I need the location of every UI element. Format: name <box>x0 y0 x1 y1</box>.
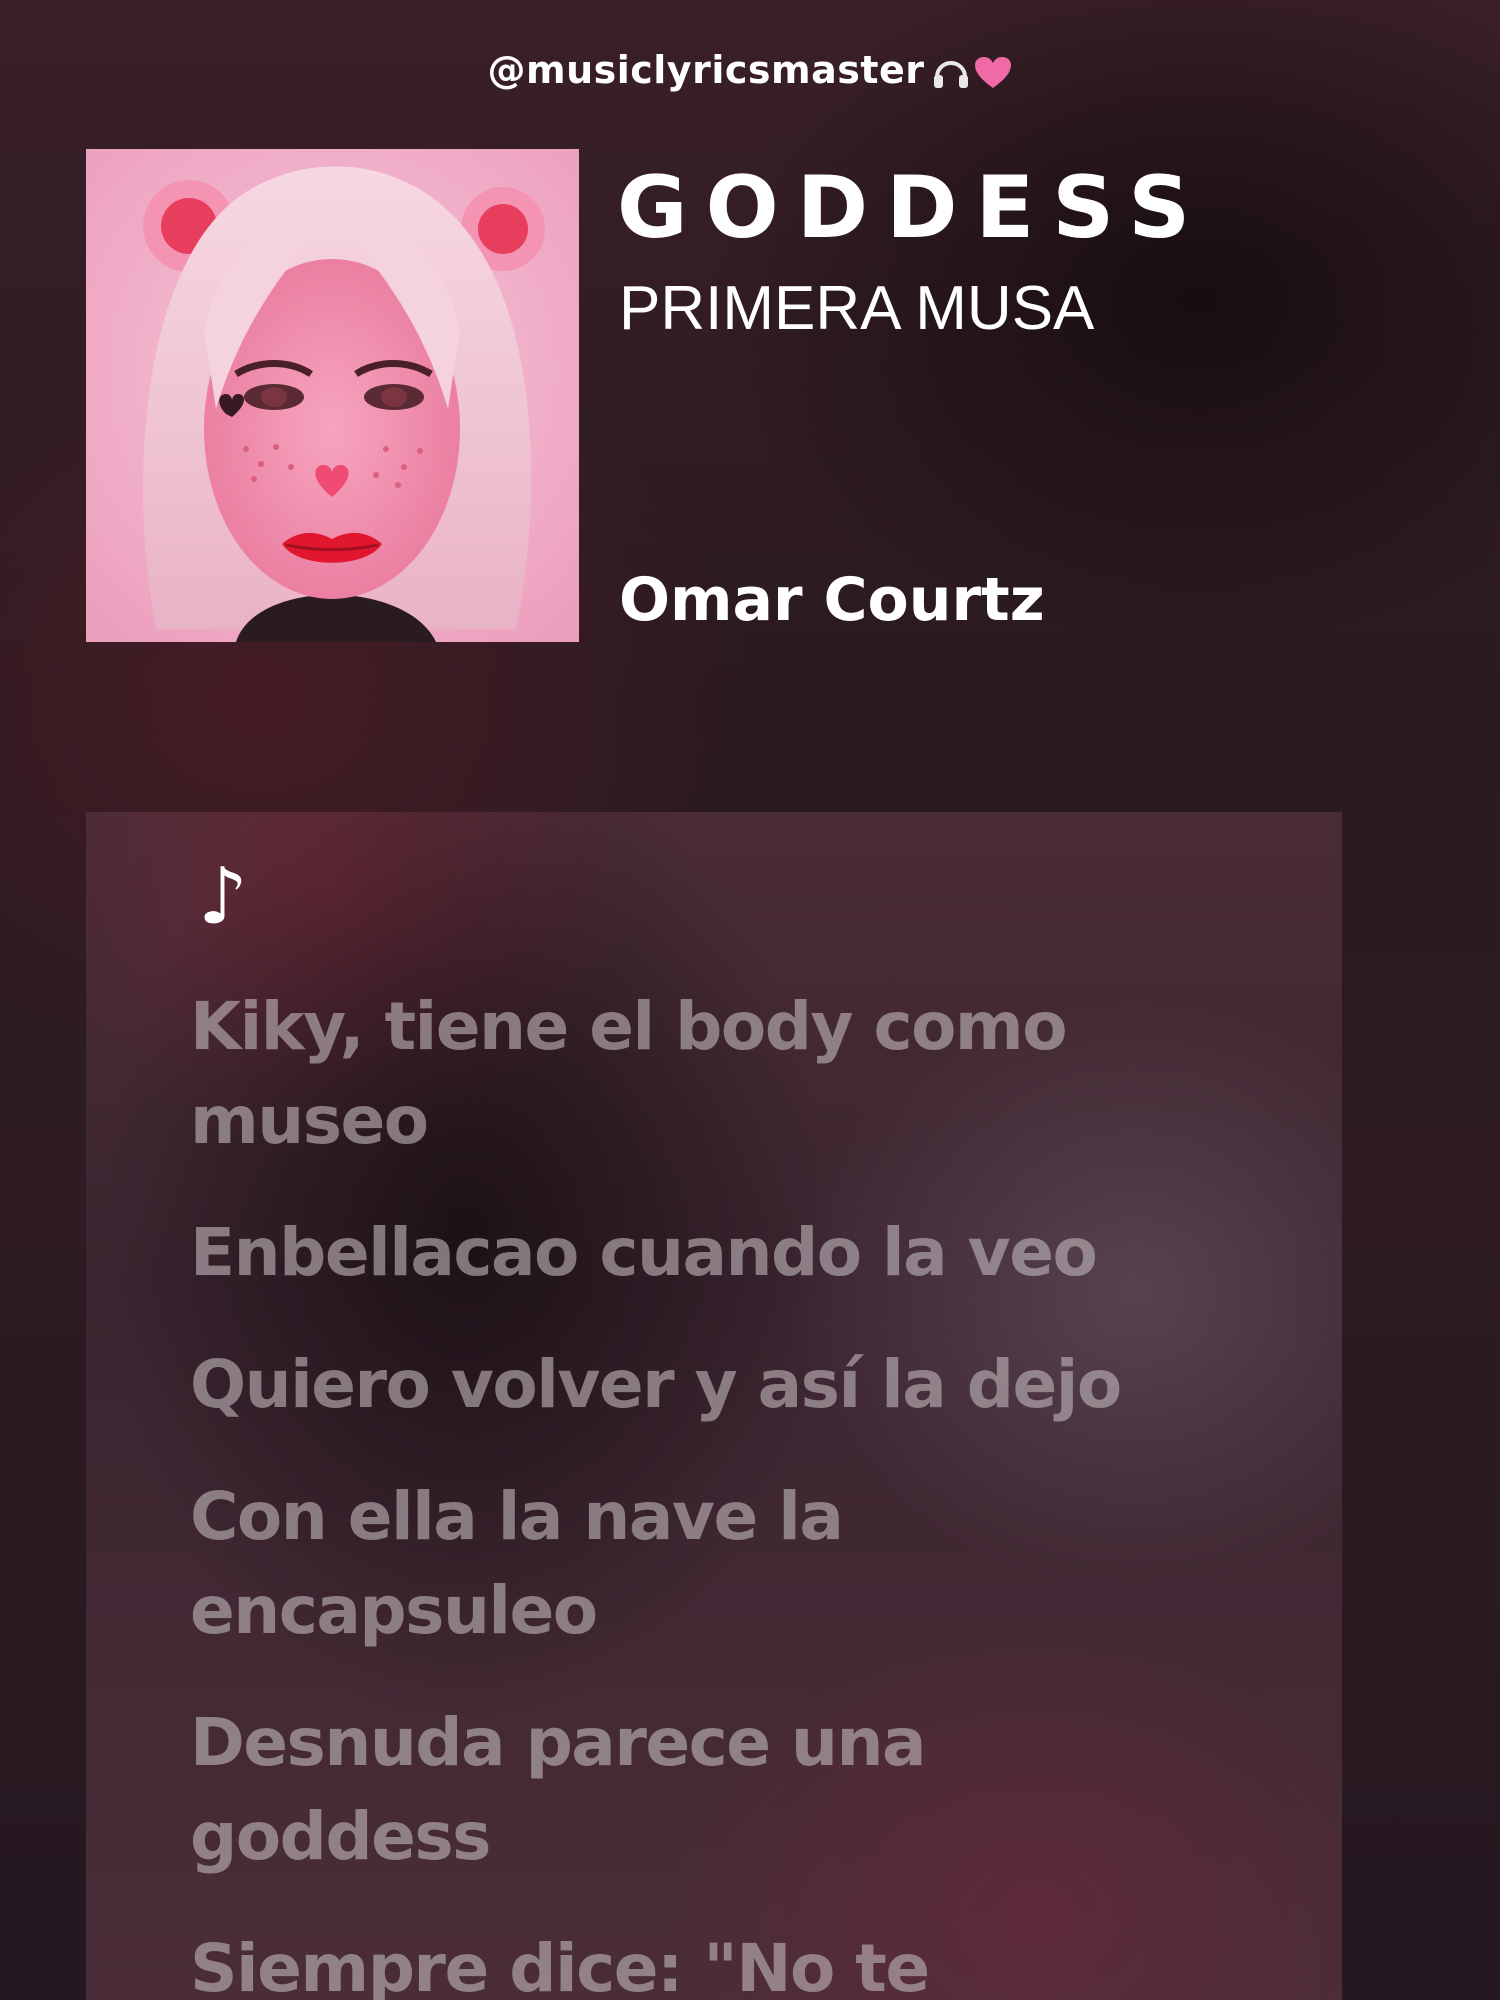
pink-heart-icon <box>974 57 1011 88</box>
lyric-line[interactable]: Quiero volver y así la dejo <box>190 1338 1240 1432</box>
album-cover-art <box>86 149 579 642</box>
headphones-icon <box>933 61 968 88</box>
lyric-line[interactable]: Enbellacao cuando la veo <box>190 1206 1240 1300</box>
lyric-line[interactable]: Con ella la nave la encapsuleo <box>190 1470 1240 1658</box>
watermark-handle: @musiclyricsmaster <box>0 48 1500 96</box>
song-title: GODDESS <box>617 158 1209 258</box>
album-name: PRIMERA MUSA <box>619 274 1095 343</box>
artist-name: Omar Courtz <box>619 565 1045 635</box>
lyric-line[interactable]: Desnuda parece una goddess <box>190 1696 1240 1884</box>
music-note-icon: ♪ <box>198 852 248 942</box>
lyric-line[interactable]: Kiky, tiene el body como museo <box>190 980 1240 1168</box>
lyric-line[interactable]: Siempre dice: "No te <box>190 1922 1240 2000</box>
lyrics-card[interactable]: ♪ Kiky, tiene el body como museo Enbella… <box>86 812 1342 2000</box>
handle-text: @musiclyricsmaster <box>487 48 925 92</box>
lyrics-list: Kiky, tiene el body como museo Enbellaca… <box>190 980 1240 2000</box>
